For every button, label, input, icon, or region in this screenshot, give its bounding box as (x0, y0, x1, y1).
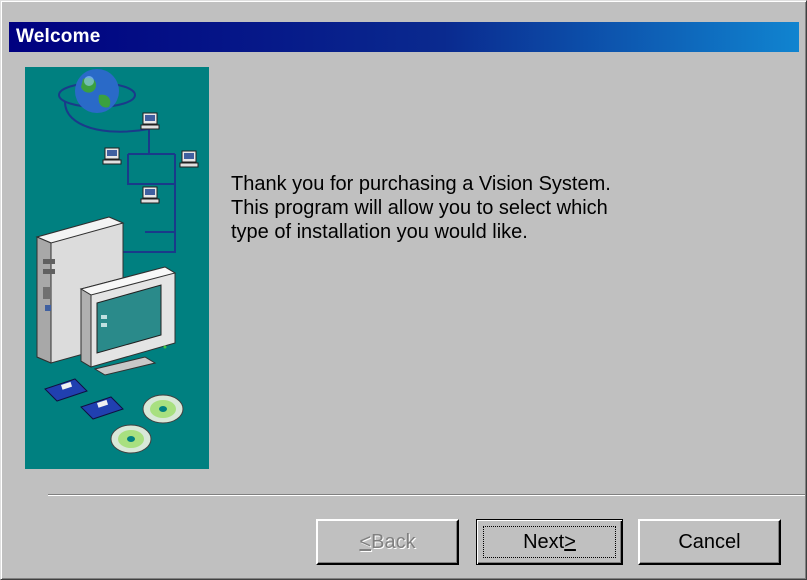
network-computer-icon (179, 150, 199, 168)
floppy-disk-icon (44, 378, 88, 402)
setup-side-image (25, 67, 209, 469)
welcome-message: Thank you for purchasing a Vision System… (231, 172, 701, 244)
focus-rectangle (483, 526, 616, 558)
floppy-disk-icon (80, 396, 124, 420)
network-computer-icon (140, 112, 160, 130)
back-button-label: Back (371, 530, 416, 553)
cancel-button[interactable]: Cancel (638, 519, 781, 565)
network-computer-icon (102, 147, 122, 165)
installer-dialog: Welcome Thank you for purchasing a Visio… (0, 0, 807, 580)
cd-rom-icon (142, 394, 184, 424)
title-bar[interactable]: Welcome (9, 22, 799, 52)
window-title: Welcome (16, 26, 101, 47)
cancel-button-label: Cancel (678, 530, 741, 553)
button-separator (48, 494, 805, 496)
back-button[interactable]: < Back (316, 519, 459, 565)
cd-rom-icon (110, 424, 152, 454)
welcome-message-line: This program will allow you to select wh… (231, 197, 608, 219)
network-computer-icon (140, 186, 160, 204)
welcome-message-line: Thank you for purchasing a Vision System… (231, 173, 611, 195)
welcome-message-line: type of installation you would like. (231, 221, 528, 243)
next-button[interactable]: Next > (476, 519, 623, 565)
back-mnemonic: < (359, 530, 372, 553)
globe-icon (75, 69, 119, 113)
